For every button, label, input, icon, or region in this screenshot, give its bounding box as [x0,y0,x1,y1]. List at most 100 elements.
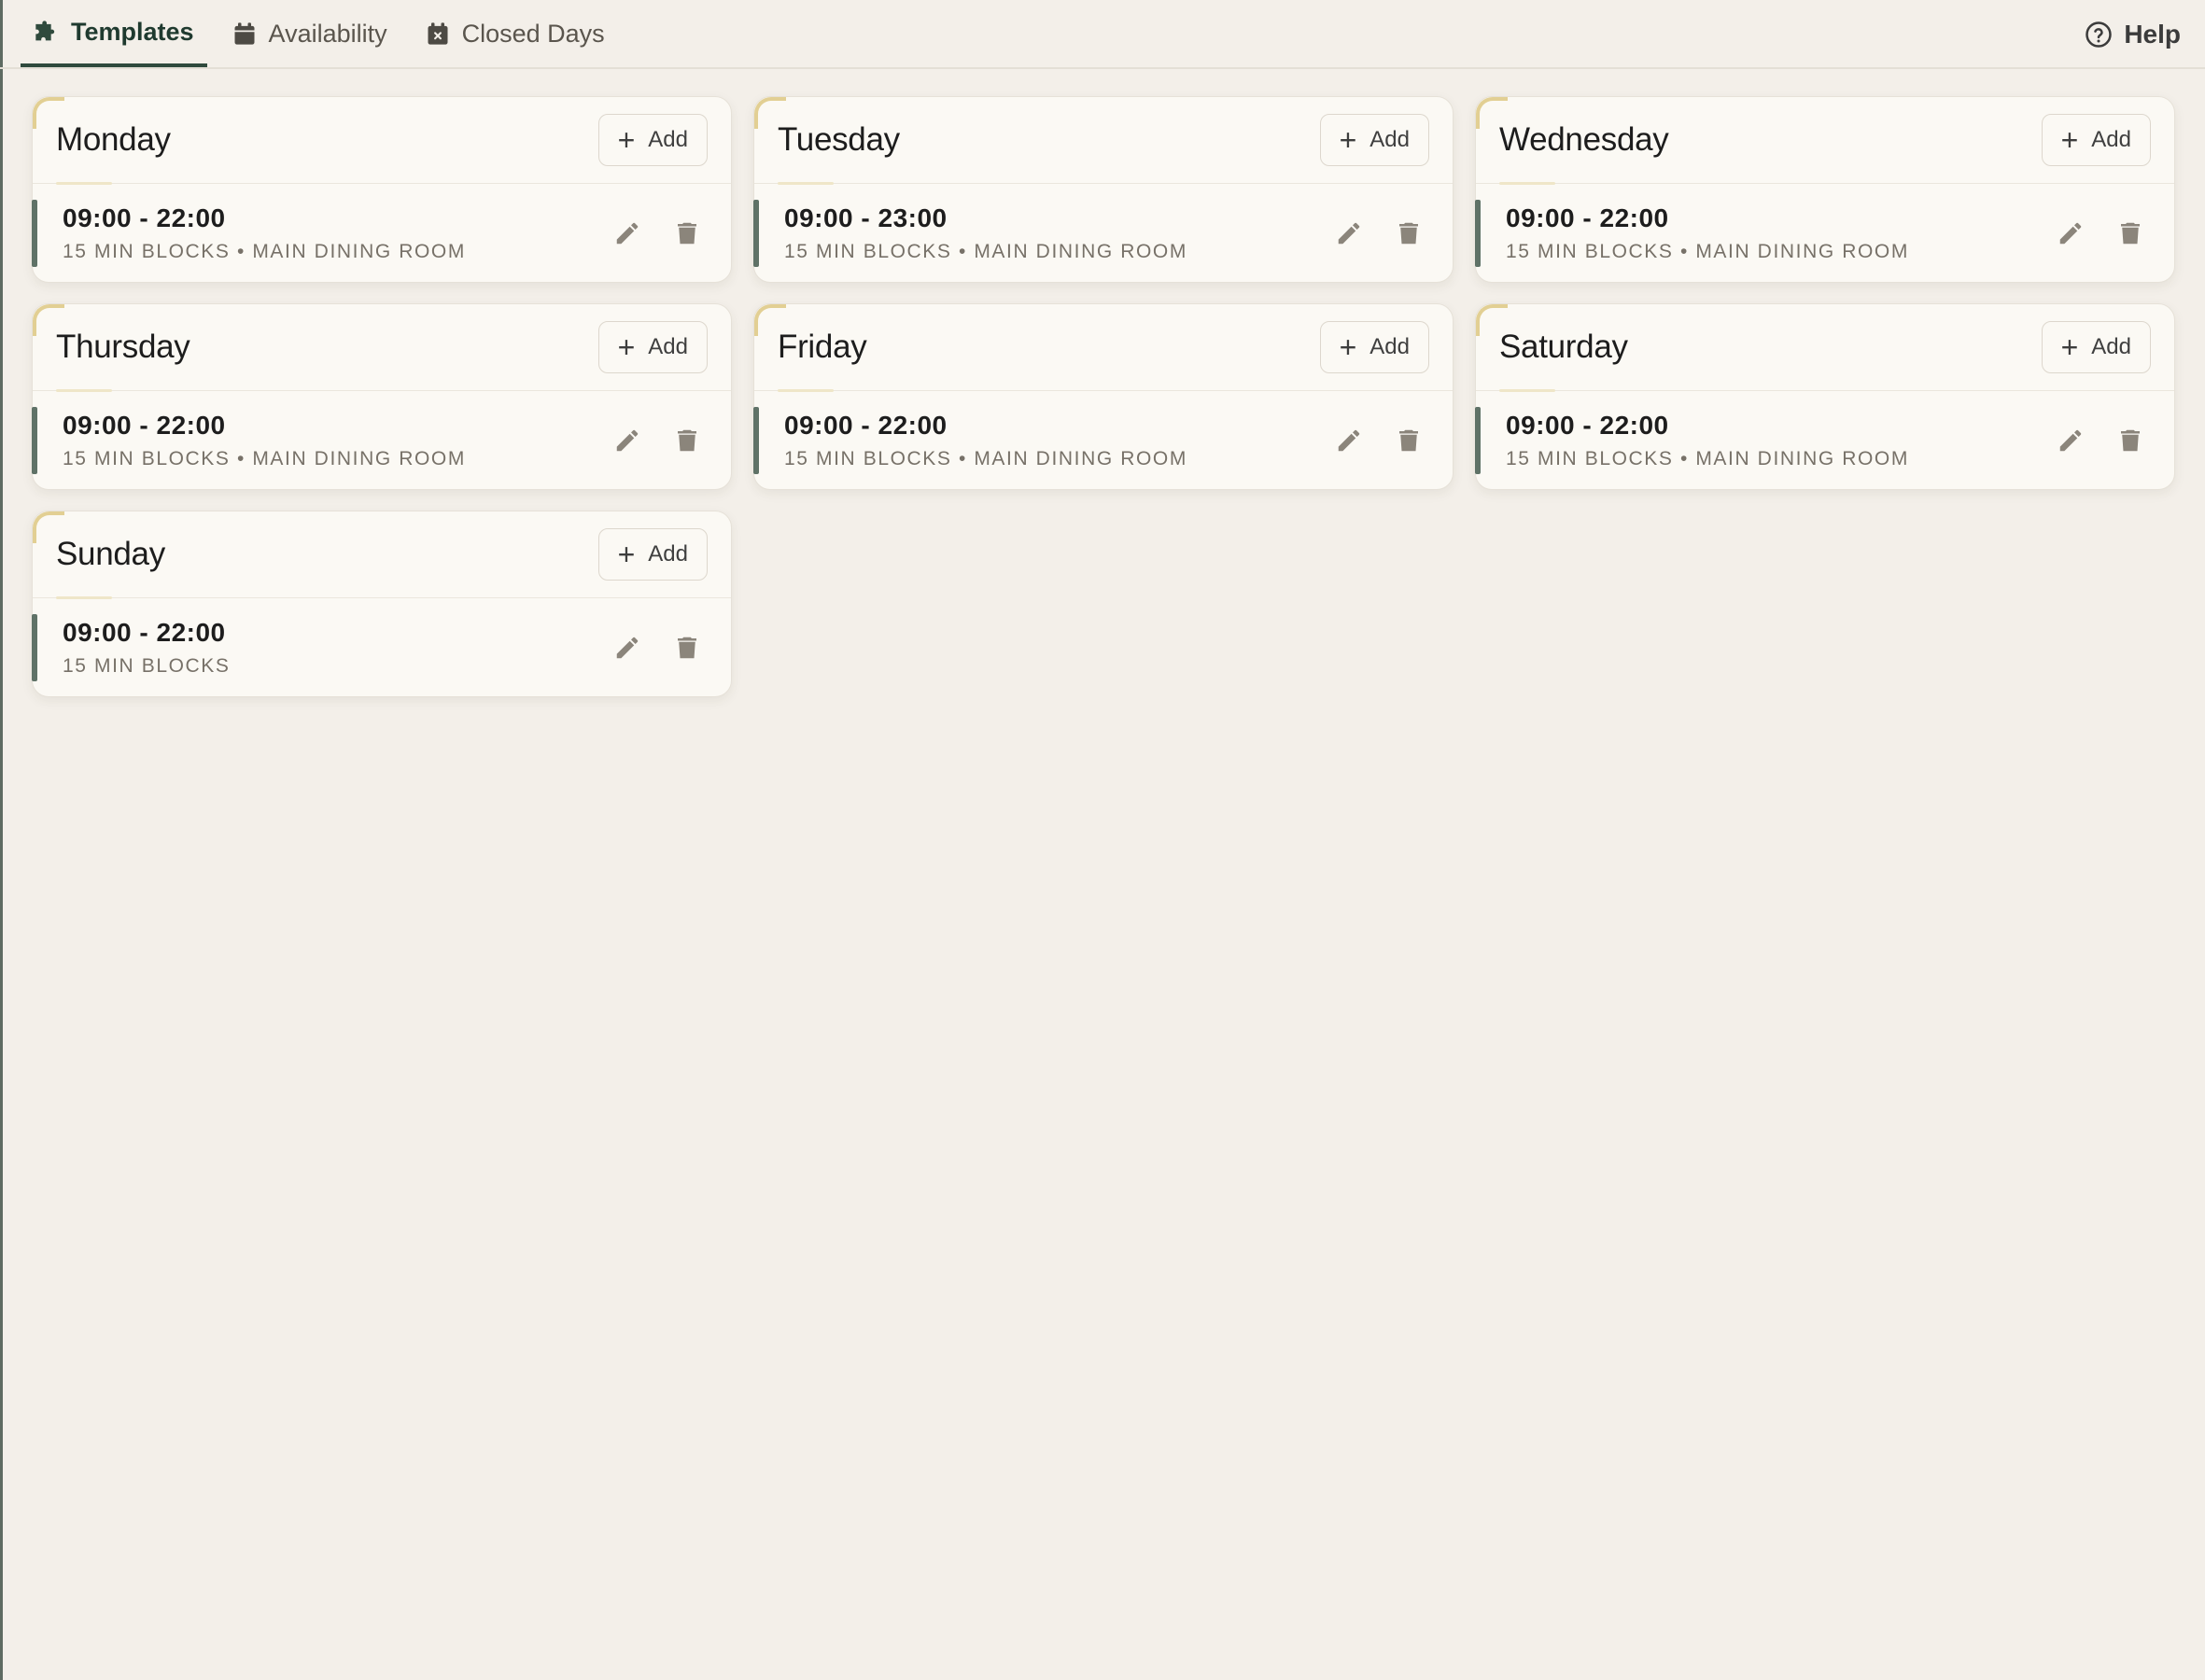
puzzle-icon [35,21,55,41]
trash-icon[interactable] [673,634,701,662]
top-tab-bar: Templates Availability Closed Days Help [0,0,2205,69]
slot-time-range: 09:00 - 22:00 [1506,410,1669,440]
day-card-header: Tuesday + Add [754,97,1453,185]
trash-icon[interactable] [1395,427,1423,455]
slot-time-range: 09:00 - 22:00 [63,410,226,440]
day-template-grid: Monday + Add 09:00 - 22:00 15 MIN BLOCKS … [32,96,2175,697]
day-title: Wednesday [1499,121,1669,158]
slot-details: 15 MIN BLOCKS • MAIN DINING ROOM [1506,447,1909,469]
day-card-header: Sunday + Add [33,511,731,599]
calendar-icon [234,22,255,45]
tab-list: Templates Availability Closed Days [21,0,629,69]
day-title: Sunday [56,536,165,572]
add-slot-button[interactable]: + Add [1319,321,1429,373]
day-card-header: Saturday + Add [1476,304,2174,392]
day-title: Thursday [56,329,190,365]
slot-details: 15 MIN BLOCKS • MAIN DINING ROOM [63,447,466,469]
day-card-sunday: Sunday + Add 09:00 - 22:00 15 MIN BLOCKS [32,511,732,697]
tab-availability[interactable]: Availability [218,0,400,67]
add-slot-button[interactable]: + Add [1319,114,1429,166]
slot-time-range: 09:00 - 22:00 [1506,203,1669,232]
add-button-label: Add [2091,334,2131,359]
plus-icon: + [617,538,636,571]
trash-icon[interactable] [2116,427,2144,455]
time-slot: 09:00 - 22:00 15 MIN BLOCKS • MAIN DININ… [32,391,731,489]
add-button-label: Add [2091,127,2131,152]
day-card-saturday: Saturday + Add 09:00 - 22:00 15 MIN BLOCK… [1475,303,2175,490]
tab-availability-label: Availability [268,19,387,48]
time-slot: 09:00 - 22:00 15 MIN BLOCKS • MAIN DININ… [1475,391,2174,489]
add-button-label: Add [648,334,688,359]
day-card-tuesday: Tuesday + Add 09:00 - 23:00 15 MIN BLOCKS… [753,96,1454,283]
time-slot: 09:00 - 22:00 15 MIN BLOCKS [32,598,731,696]
time-slot: 09:00 - 22:00 15 MIN BLOCKS • MAIN DININ… [32,184,731,282]
help-button[interactable]: Help [2085,0,2181,69]
slot-time-range: 09:00 - 23:00 [784,203,948,232]
pencil-icon[interactable] [1335,427,1363,455]
time-slot: 09:00 - 23:00 15 MIN BLOCKS • MAIN DININ… [753,184,1453,282]
trash-icon[interactable] [673,219,701,247]
add-slot-button[interactable]: + Add [597,114,708,166]
day-card-header: Friday + Add [754,304,1453,392]
time-slot: 09:00 - 22:00 15 MIN BLOCKS • MAIN DININ… [753,391,1453,489]
slot-time-range: 09:00 - 22:00 [63,203,226,232]
add-button-label: Add [1369,127,1410,152]
add-slot-button[interactable]: + Add [2041,114,2151,166]
plus-icon: + [1339,330,1357,364]
tab-templates-label: Templates [71,17,194,46]
pencil-icon[interactable] [1335,219,1363,247]
tab-templates[interactable]: Templates [21,0,207,67]
trash-icon[interactable] [1395,219,1423,247]
day-card-header: Wednesday + Add [1476,97,2174,185]
day-card-thursday: Thursday + Add 09:00 - 22:00 15 MIN BLOCK… [32,303,732,490]
day-title: Friday [778,329,867,365]
day-card-header: Monday + Add [33,97,731,185]
slot-accent-bar [753,200,759,267]
plus-icon: + [617,330,636,364]
pencil-icon[interactable] [613,427,641,455]
tab-closed-days[interactable]: Closed Days [412,0,618,67]
time-slot: 09:00 - 22:00 15 MIN BLOCKS • MAIN DININ… [1475,184,2174,282]
slot-details: 15 MIN BLOCKS • MAIN DINING ROOM [784,240,1187,262]
pencil-icon[interactable] [2057,427,2085,455]
pencil-icon[interactable] [613,219,641,247]
day-card-monday: Monday + Add 09:00 - 22:00 15 MIN BLOCKS … [32,96,732,283]
plus-icon: + [2060,330,2079,364]
slot-details: 15 MIN BLOCKS • MAIN DINING ROOM [63,240,466,262]
trash-icon[interactable] [2116,219,2144,247]
add-button-label: Add [648,541,688,567]
plus-icon: + [617,123,636,157]
help-circle-icon [2086,21,2113,48]
slot-details: 15 MIN BLOCKS • MAIN DINING ROOM [1506,240,1909,262]
slot-accent-bar [32,614,37,681]
trash-icon[interactable] [673,427,701,455]
slot-details: 15 MIN BLOCKS [63,654,231,677]
help-label: Help [2124,20,2181,49]
slot-accent-bar [1475,200,1481,267]
tab-closed-days-label: Closed Days [461,19,605,48]
add-button-label: Add [648,127,688,152]
slot-accent-bar [32,407,37,474]
slot-time-range: 09:00 - 22:00 [784,410,948,440]
slot-accent-bar [1475,407,1481,474]
day-card-header: Thursday + Add [33,304,731,392]
day-title: Tuesday [778,121,900,158]
add-slot-button[interactable]: + Add [597,321,708,373]
day-title: Saturday [1499,329,1628,365]
plus-icon: + [1339,123,1357,157]
slot-accent-bar [753,407,759,474]
add-slot-button[interactable]: + Add [597,528,708,581]
slot-details: 15 MIN BLOCKS • MAIN DINING ROOM [784,447,1187,469]
day-card-friday: Friday + Add 09:00 - 22:00 15 MIN BLOCKS … [753,303,1454,490]
day-title: Monday [56,121,171,158]
pencil-icon[interactable] [2057,219,2085,247]
plus-icon: + [2060,123,2079,157]
add-slot-button[interactable]: + Add [2041,321,2151,373]
day-card-wednesday: Wednesday + Add 09:00 - 22:00 15 MIN BLOC… [1475,96,2175,283]
left-edge-rule [0,0,3,1680]
pencil-icon[interactable] [613,634,641,662]
calendar-x-icon [428,22,448,45]
add-button-label: Add [1369,334,1410,359]
slot-accent-bar [32,200,37,267]
slot-time-range: 09:00 - 22:00 [63,617,226,647]
